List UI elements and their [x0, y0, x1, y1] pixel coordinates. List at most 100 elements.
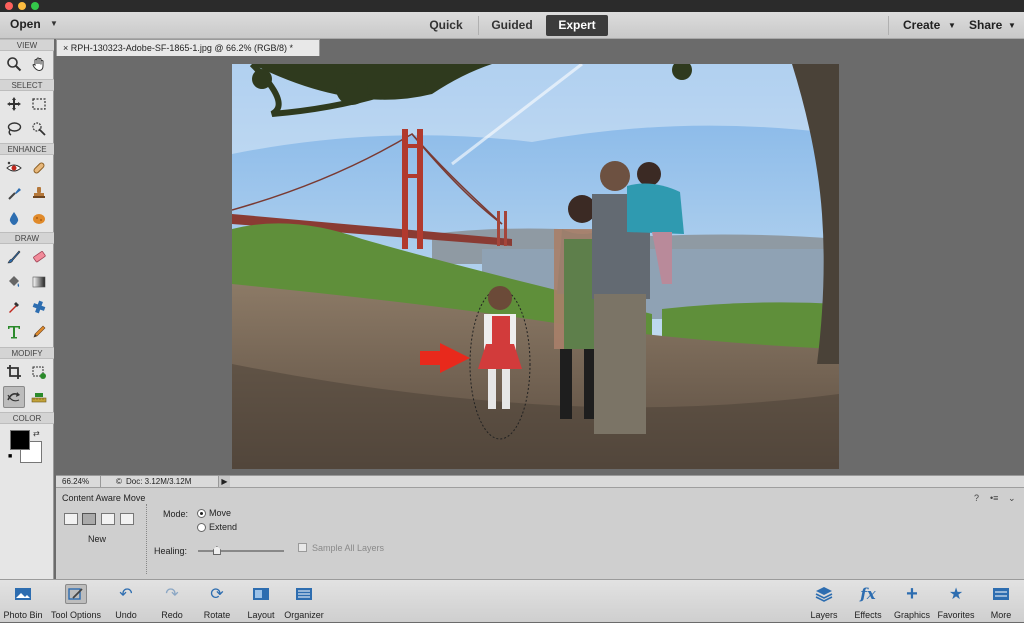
- plus-icon: +: [906, 582, 918, 605]
- gradient-tool-icon[interactable]: [28, 271, 50, 293]
- organizer-button[interactable]: Organizer: [282, 580, 326, 623]
- clone-stamp-tool-icon[interactable]: [28, 182, 50, 204]
- recompose-tool-icon[interactable]: [28, 361, 50, 383]
- status-bar: 66.24% © Doc: 3.12M/3.12M ▶: [56, 475, 1024, 487]
- selection-mode-label: New: [88, 534, 107, 544]
- foreground-color-swatch[interactable]: [10, 430, 30, 450]
- brush-tool-icon[interactable]: [3, 246, 25, 268]
- swap-colors-icon[interactable]: ⇄: [33, 429, 40, 438]
- straighten-tool-icon[interactable]: [28, 386, 50, 408]
- close-document-icon[interactable]: ×: [63, 43, 71, 53]
- eraser-tool-icon[interactable]: [28, 246, 50, 268]
- mode-guided-tab[interactable]: Guided: [484, 15, 540, 36]
- document-image[interactable]: [232, 64, 839, 469]
- redo-label: Redo: [161, 610, 183, 620]
- create-menu[interactable]: Create: [903, 18, 940, 32]
- mode-move-label: Move: [209, 508, 232, 518]
- eyedropper-tool-icon[interactable]: [3, 296, 25, 318]
- mode-label: Mode:: [163, 509, 189, 519]
- rotate-icon: ⟳: [210, 586, 224, 603]
- zoom-tool-icon[interactable]: [3, 53, 25, 75]
- tool-options-panel: Content Aware Move New Mode: Move Extend…: [56, 487, 1024, 579]
- healing-slider-thumb[interactable]: [212, 546, 221, 555]
- default-colors-icon[interactable]: ■: [8, 453, 12, 460]
- mode-divider: [478, 16, 479, 35]
- red-eye-tool-icon[interactable]: [3, 157, 25, 179]
- toolbox-section-select: SELECT: [0, 79, 54, 91]
- add-selection-mode-icon[interactable]: [82, 513, 96, 525]
- collapse-panel-icon[interactable]: ⌄: [1008, 493, 1016, 504]
- rotate-button[interactable]: ⟳ Rotate: [196, 580, 238, 623]
- panel-menu-icon[interactable]: •≡: [990, 493, 998, 503]
- intersect-selection-mode-icon[interactable]: [120, 513, 134, 525]
- spot-healing-tool-icon[interactable]: [28, 157, 50, 179]
- marquee-tool-icon[interactable]: [28, 93, 50, 115]
- share-dropdown-icon[interactable]: ▼: [1008, 21, 1016, 30]
- effects-button[interactable]: fx Effects: [848, 580, 888, 623]
- mode-move-radio[interactable]: [197, 509, 206, 518]
- new-selection-mode-icon[interactable]: [64, 513, 78, 525]
- rotate-label: Rotate: [203, 610, 231, 620]
- sample-all-layers-checkbox[interactable]: [298, 543, 307, 552]
- mode-extend-label: Extend: [209, 522, 238, 532]
- move-tool-icon[interactable]: [3, 93, 25, 115]
- favorites-label: Favorites: [937, 610, 975, 620]
- hand-tool-icon[interactable]: [28, 53, 50, 75]
- doc-info-icon: ©: [116, 477, 122, 486]
- toolbox-section-view: VIEW: [0, 39, 54, 51]
- layout-icon: [250, 584, 272, 604]
- mode-extend-radio[interactable]: [197, 523, 206, 532]
- zoom-readout: 66.24%: [62, 477, 90, 486]
- subtract-selection-mode-icon[interactable]: [101, 513, 115, 525]
- pencil-tool-icon[interactable]: [28, 321, 50, 343]
- organizer-icon: [293, 584, 315, 604]
- layers-icon: [813, 584, 835, 604]
- undo-icon: ↶: [119, 586, 133, 603]
- toolbox-section-color: COLOR: [0, 412, 54, 424]
- redo-button[interactable]: ↷ Redo: [152, 580, 192, 623]
- layers-label: Layers: [810, 610, 838, 620]
- fx-icon: fx: [860, 585, 876, 603]
- tool-options-button[interactable]: Tool Options: [46, 580, 106, 623]
- mode-expert-tab[interactable]: Expert: [546, 15, 608, 36]
- help-icon[interactable]: ?: [974, 493, 979, 503]
- blur-tool-icon[interactable]: [3, 207, 25, 229]
- healing-slider-track[interactable]: [198, 550, 284, 552]
- layers-button[interactable]: Layers: [804, 580, 844, 623]
- toolbox-section-modify: MODIFY: [0, 347, 54, 359]
- more-button[interactable]: More: [982, 580, 1020, 623]
- content-aware-move-tool-icon[interactable]: [3, 386, 25, 408]
- document-tab[interactable]: × RPH-130323-Adobe-SF-1865-1.jpg @ 66.2%…: [56, 39, 320, 56]
- zoom-window-button[interactable]: [31, 2, 39, 10]
- mode-quick-tab[interactable]: Quick: [420, 15, 472, 36]
- status-menu-icon[interactable]: ▶: [218, 476, 230, 487]
- healing-label: Healing:: [154, 546, 188, 556]
- tool-options-title: Content Aware Move: [62, 493, 146, 503]
- status-divider: [100, 476, 101, 487]
- quick-selection-tool-icon[interactable]: [28, 118, 50, 140]
- type-tool-icon[interactable]: [3, 321, 25, 343]
- favorites-button[interactable]: ★ Favorites: [934, 580, 978, 623]
- lasso-tool-icon[interactable]: [3, 118, 25, 140]
- custom-shape-tool-icon[interactable]: [28, 296, 50, 318]
- layout-button[interactable]: Layout: [240, 580, 282, 623]
- minimize-window-button[interactable]: [18, 2, 26, 10]
- top-bar: Open ▼ Quick Guided Expert Create ▼ Shar…: [0, 12, 1024, 39]
- undo-button[interactable]: ↶ Undo: [106, 580, 146, 623]
- crop-tool-icon[interactable]: [3, 361, 25, 383]
- photo-bin-icon: [12, 584, 34, 604]
- close-window-button[interactable]: [5, 2, 13, 10]
- document-tab-title: RPH-130323-Adobe-SF-1865-1.jpg @ 66.2% (…: [70, 43, 294, 53]
- more-label: More: [990, 610, 1012, 620]
- open-dropdown-icon[interactable]: ▼: [50, 19, 58, 28]
- paint-bucket-tool-icon[interactable]: [3, 271, 25, 293]
- doc-size-readout: Doc: 3.12M/3.12M: [126, 477, 192, 486]
- create-dropdown-icon[interactable]: ▼: [948, 21, 956, 30]
- graphics-button[interactable]: + Graphics: [890, 580, 934, 623]
- open-button[interactable]: Open: [10, 17, 41, 31]
- share-menu[interactable]: Share: [969, 18, 1002, 32]
- smart-brush-tool-icon[interactable]: [3, 182, 25, 204]
- layout-label: Layout: [247, 610, 275, 620]
- sponge-tool-icon[interactable]: [28, 207, 50, 229]
- photo-bin-button[interactable]: Photo Bin: [0, 580, 46, 623]
